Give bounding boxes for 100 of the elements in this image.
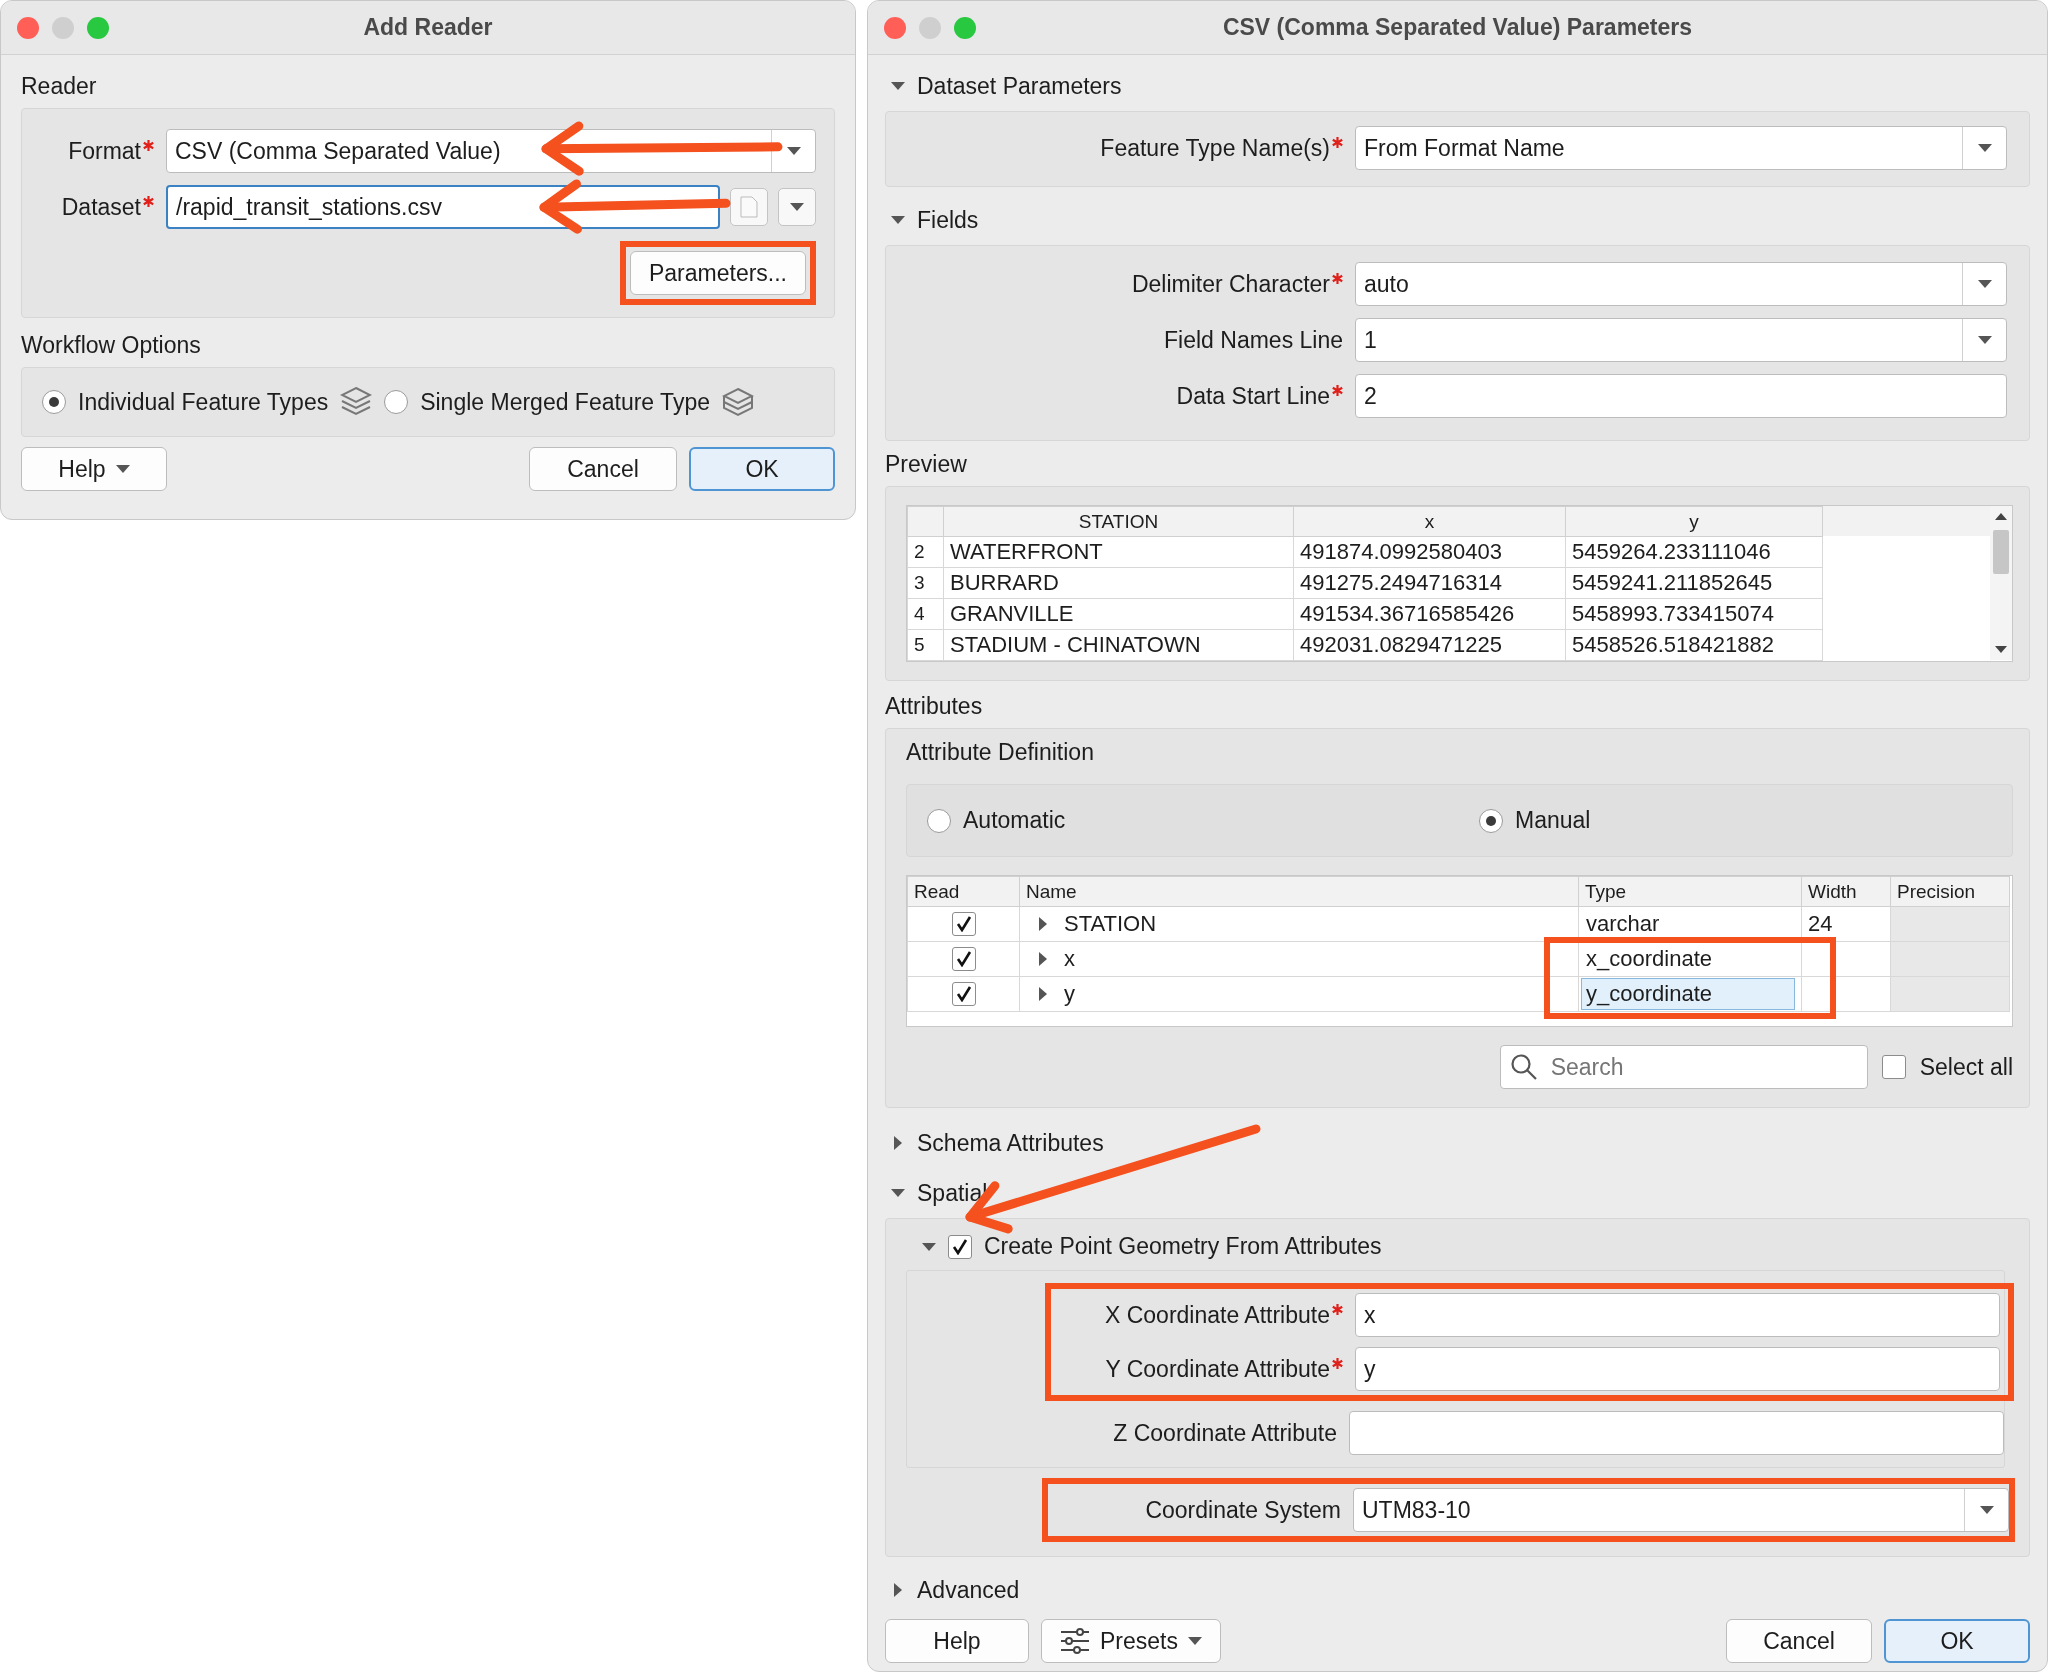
field-label: Z Coordinate Attribute [1113, 1419, 1337, 1447]
column-header: x [1293, 506, 1566, 537]
cancel-button[interactable]: Cancel [529, 447, 677, 491]
table-cell: 5459241.211852645 [1565, 567, 1823, 599]
type-cell[interactable]: y_coordinate [1581, 978, 1795, 1010]
radio-option[interactable]: Single Merged Feature Type [384, 388, 710, 416]
help-button[interactable]: Help [885, 1619, 1029, 1663]
group-label: Workflow Options [21, 332, 201, 359]
column-header: Read [907, 876, 1020, 907]
attribute-name: x [1064, 946, 1075, 972]
column-header: STATION [943, 506, 1294, 537]
search-field[interactable]: Search [1499, 1045, 1868, 1089]
checkmark-icon [952, 1238, 968, 1255]
table-cell: STADIUM - CHINATOWN [943, 629, 1294, 661]
field-label: X Coordinate Attribute [1104, 1301, 1330, 1329]
group-label: Reader [21, 73, 97, 100]
radio-option[interactable]: Automatic [927, 807, 1467, 834]
table-cell: WATERFRONT [943, 536, 1294, 568]
checkbox[interactable] [1881, 1055, 1906, 1079]
radio-option[interactable]: Individual Feature Types [42, 388, 329, 416]
table-cell: 5458526.518421882 [1565, 629, 1823, 661]
zoom-button[interactable] [87, 16, 109, 39]
caret-icon [115, 465, 130, 473]
field-label: Format [68, 137, 141, 165]
search-icon [1509, 1053, 1538, 1081]
checkbox[interactable] [951, 982, 976, 1006]
table-cell: 491534.36716585426 [1293, 598, 1566, 630]
caret-icon [1188, 1637, 1202, 1645]
checkbox-label: Create Point Geometry From Attributes [984, 1233, 1382, 1260]
column-header: Precision [1890, 876, 2010, 907]
field-label: Field Names Line [1164, 326, 1343, 354]
help-button[interactable]: Help [21, 447, 167, 491]
caret-icon [1979, 1506, 1994, 1514]
presets-button[interactable]: Presets [1041, 1619, 1221, 1663]
text-field[interactable]: x [1355, 1293, 2000, 1337]
section-header[interactable]: Schema Attributes [885, 1118, 1104, 1168]
scrollbar[interactable] [1990, 506, 2012, 660]
attribute-name: STATION [1064, 911, 1157, 937]
column-header: Width [1801, 876, 1891, 907]
checkmark-icon [955, 916, 972, 932]
text-field[interactable]: 2 [1355, 374, 2007, 418]
radio-option[interactable]: Manual [1479, 807, 1591, 834]
column-header: y [1565, 506, 1823, 537]
close-button[interactable] [17, 16, 39, 39]
column-header: Name [1019, 876, 1579, 907]
section-header[interactable]: Fields [885, 195, 979, 245]
window-title: CSV (Comma Separated Value) Parameters [1221, 14, 1694, 41]
row-number: 5 [907, 629, 944, 661]
text-field[interactable] [1349, 1411, 2004, 1455]
field-label: Y Coordinate Attribute [1105, 1355, 1330, 1383]
checkbox[interactable] [951, 912, 976, 936]
table-cell: GRANVILLE [943, 598, 1294, 630]
row-number: 3 [907, 567, 944, 599]
group-label: Attribute Definition [906, 739, 1095, 766]
table-cell: 491275.2494716314 [1293, 567, 1566, 599]
section-header[interactable]: Dataset Parameters [885, 61, 1122, 111]
field-label: Feature Type Name(s) [1100, 134, 1330, 162]
checkmark-icon [955, 951, 972, 967]
layer-box-icon [722, 387, 754, 417]
coordinate-system-dropdown[interactable]: UTM83-10 [1353, 1488, 2009, 1532]
dropdown-field[interactable]: From Format Name [1355, 126, 2007, 170]
checkbox-label: Select all [1919, 1053, 2013, 1081]
row-number: 4 [907, 598, 944, 630]
table-cell: 491874.0992580403 [1293, 536, 1566, 568]
attribute-name: y [1064, 981, 1075, 1007]
group-label: Preview [885, 451, 967, 478]
dropdown-field[interactable]: 1 [1355, 318, 2007, 362]
table-cell: 492031.0829471225 [1293, 629, 1566, 661]
format-dropdown[interactable]: CSV (Comma Separated Value) [166, 129, 816, 173]
checkbox[interactable] [948, 1234, 972, 1259]
table-cell: 5458993.733415074 [1565, 598, 1823, 630]
dropdown-button[interactable] [778, 188, 816, 226]
document-icon [740, 196, 758, 218]
caret-icon [1977, 280, 1992, 288]
layers-icon [340, 386, 373, 418]
text-field[interactable]: y [1355, 1347, 2000, 1391]
ok-button[interactable]: OK [689, 447, 835, 491]
table-cell: 5459264.233111046 [1565, 536, 1823, 568]
field-label: Coordinate System [1145, 1496, 1341, 1524]
close-button[interactable] [884, 16, 906, 39]
section-header[interactable]: Advanced [885, 1565, 1020, 1615]
ok-button[interactable]: OK [1884, 1619, 2030, 1663]
window-title: Add Reader [362, 14, 494, 41]
sliders-icon [1060, 1628, 1090, 1654]
row-number: 2 [907, 536, 944, 568]
field-label: Data Start Line [1176, 382, 1330, 410]
dropdown-field[interactable]: auto [1355, 262, 2007, 306]
caret-icon [786, 147, 801, 155]
caret-icon [1977, 336, 1992, 344]
field-label: Delimiter Character [1131, 270, 1330, 298]
group-label: Attributes [885, 693, 983, 720]
checkmark-icon [955, 986, 972, 1002]
checkbox[interactable] [951, 947, 976, 971]
dataset-field[interactable]: /rapid_transit_stations.csv [166, 185, 720, 229]
table-cell: BURRARD [943, 567, 1294, 599]
field-label: Dataset [61, 193, 141, 221]
zoom-button[interactable] [954, 16, 976, 39]
parameters-button[interactable]: Parameters... [629, 251, 806, 295]
cancel-button[interactable]: Cancel [1726, 1619, 1872, 1663]
caret-icon [790, 203, 804, 211]
